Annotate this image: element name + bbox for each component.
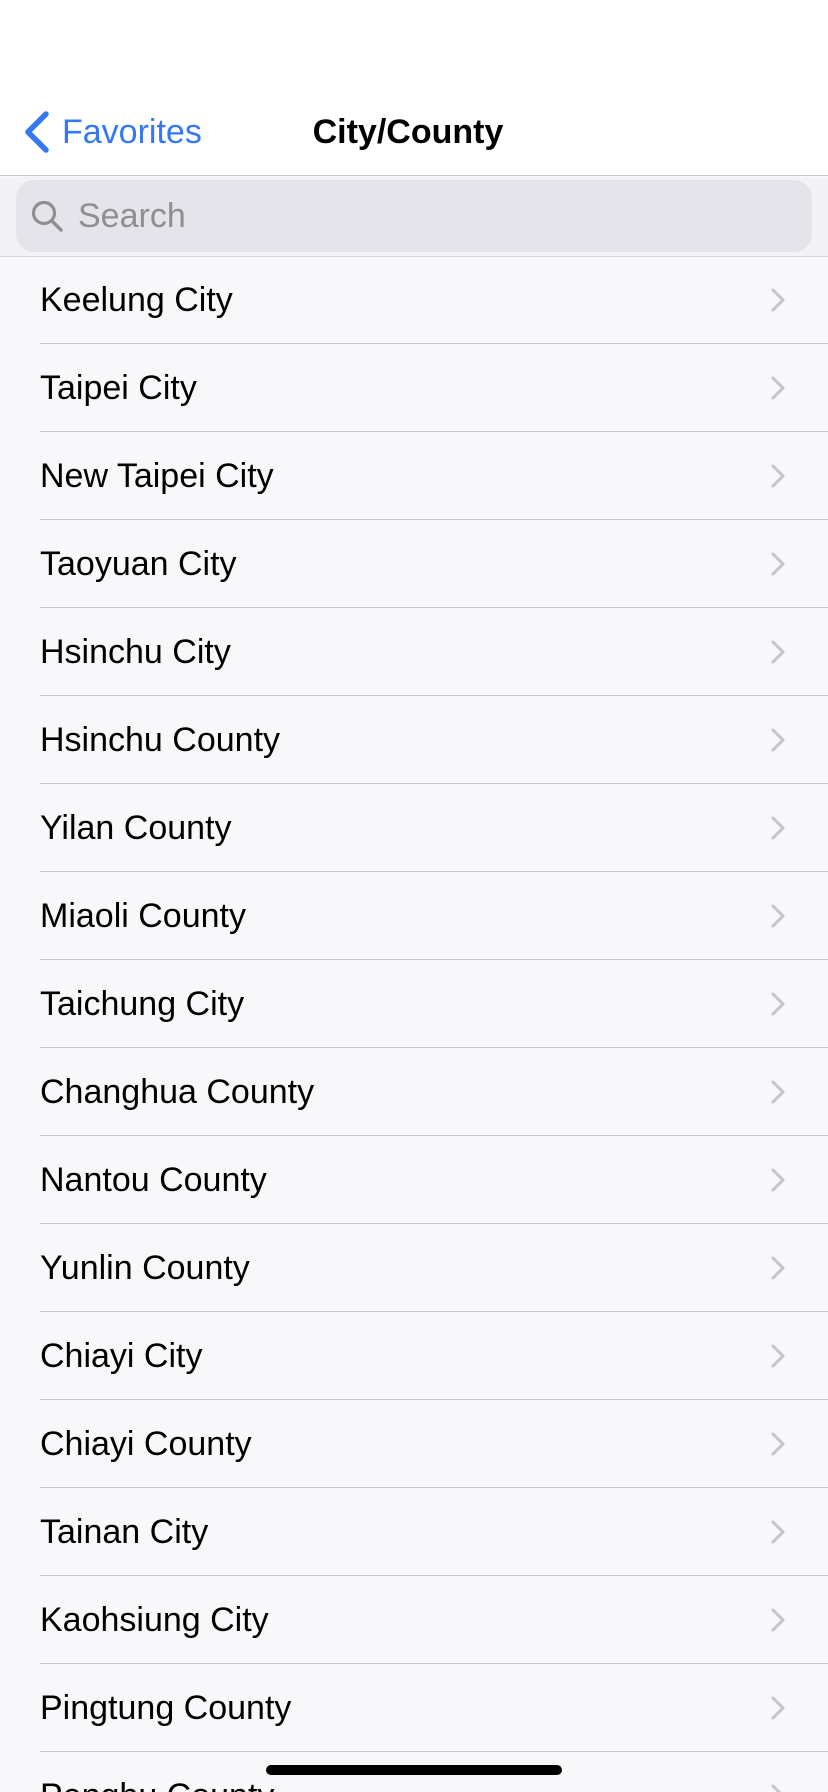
chevron-right-icon bbox=[771, 904, 785, 928]
chevron-right-icon bbox=[771, 376, 785, 400]
list-item-label: Hsinchu County bbox=[40, 721, 281, 759]
chevron-right-icon bbox=[771, 728, 785, 752]
list-item[interactable]: New Taipei City bbox=[0, 432, 828, 520]
chevron-right-icon bbox=[771, 288, 785, 312]
search-field[interactable] bbox=[16, 180, 812, 252]
chevron-right-icon bbox=[771, 1344, 785, 1368]
chevron-right-icon bbox=[771, 1256, 785, 1280]
list-item[interactable]: Taipei City bbox=[0, 344, 828, 432]
list-item[interactable]: Hsinchu County bbox=[0, 696, 828, 784]
list-item[interactable]: Changhua County bbox=[0, 1048, 828, 1136]
list-item-label: Chiayi County bbox=[40, 1425, 252, 1463]
magnifying-glass-icon bbox=[31, 200, 63, 232]
chevron-right-icon bbox=[771, 552, 785, 576]
list-item-label: New Taipei City bbox=[40, 457, 274, 495]
chevron-right-icon bbox=[771, 464, 785, 488]
chevron-right-icon bbox=[771, 640, 785, 664]
list-item[interactable]: Keelung City bbox=[0, 256, 828, 344]
list-item[interactable]: Yilan County bbox=[0, 784, 828, 872]
list-item-label: Yilan County bbox=[40, 809, 232, 847]
list-item-label: Taichung City bbox=[40, 985, 245, 1023]
search-input[interactable] bbox=[78, 196, 758, 236]
list-item[interactable]: Hsinchu City bbox=[0, 608, 828, 696]
list-item[interactable]: Pingtung County bbox=[0, 1664, 828, 1752]
list-item-label: Pingtung County bbox=[40, 1689, 292, 1727]
list-item[interactable]: Kaohsiung City bbox=[0, 1576, 828, 1664]
chevron-right-icon bbox=[771, 1080, 785, 1104]
list-item[interactable]: Yunlin County bbox=[0, 1224, 828, 1312]
list-item-label: Changhua County bbox=[40, 1073, 315, 1111]
list-item-label: Hsinchu City bbox=[40, 633, 231, 671]
screen: Favorites City/County Keelung City Taipei… bbox=[0, 0, 828, 1792]
chevron-right-icon bbox=[771, 1520, 785, 1544]
list-item-label: Taoyuan City bbox=[40, 545, 237, 583]
chevron-right-icon bbox=[771, 992, 785, 1016]
list-item[interactable]: Taoyuan City bbox=[0, 520, 828, 608]
list-item-label: Keelung City bbox=[40, 281, 233, 319]
list-item[interactable]: Taichung City bbox=[0, 960, 828, 1048]
list-item-label: Miaoli County bbox=[40, 897, 246, 935]
status-bar bbox=[0, 0, 828, 88]
list-item[interactable]: Chiayi County bbox=[0, 1400, 828, 1488]
search-bar bbox=[0, 177, 828, 257]
home-indicator bbox=[266, 1765, 562, 1775]
list-item-label: Tainan City bbox=[40, 1513, 209, 1551]
chevron-right-icon bbox=[771, 1608, 785, 1632]
chevron-right-icon bbox=[771, 1696, 785, 1720]
list-item[interactable]: Nantou County bbox=[0, 1136, 828, 1224]
list-item[interactable]: Tainan City bbox=[0, 1488, 828, 1576]
chevron-right-icon bbox=[771, 1432, 785, 1456]
list-item-label: Taipei City bbox=[40, 369, 197, 407]
list-item-label: Kaohsiung City bbox=[40, 1601, 269, 1639]
list-item-label: Nantou County bbox=[40, 1161, 267, 1199]
chevron-right-icon bbox=[771, 816, 785, 840]
navigation-bar: Favorites City/County bbox=[0, 88, 828, 176]
page-title: City/County bbox=[0, 108, 828, 156]
chevron-right-icon bbox=[771, 1784, 782, 1792]
list-item[interactable]: Miaoli County bbox=[0, 872, 828, 960]
list-item-label: Penghu County bbox=[40, 1779, 274, 1792]
list-item-label: Chiayi City bbox=[40, 1337, 203, 1375]
chevron-right-icon bbox=[771, 1168, 785, 1192]
list-item-label: Yunlin County bbox=[40, 1249, 250, 1287]
city-county-list: Keelung City Taipei City New Taipei City Ta… bbox=[0, 256, 828, 1792]
list-item[interactable]: Chiayi City bbox=[0, 1312, 828, 1400]
page-title-text: City/County bbox=[312, 113, 504, 151]
